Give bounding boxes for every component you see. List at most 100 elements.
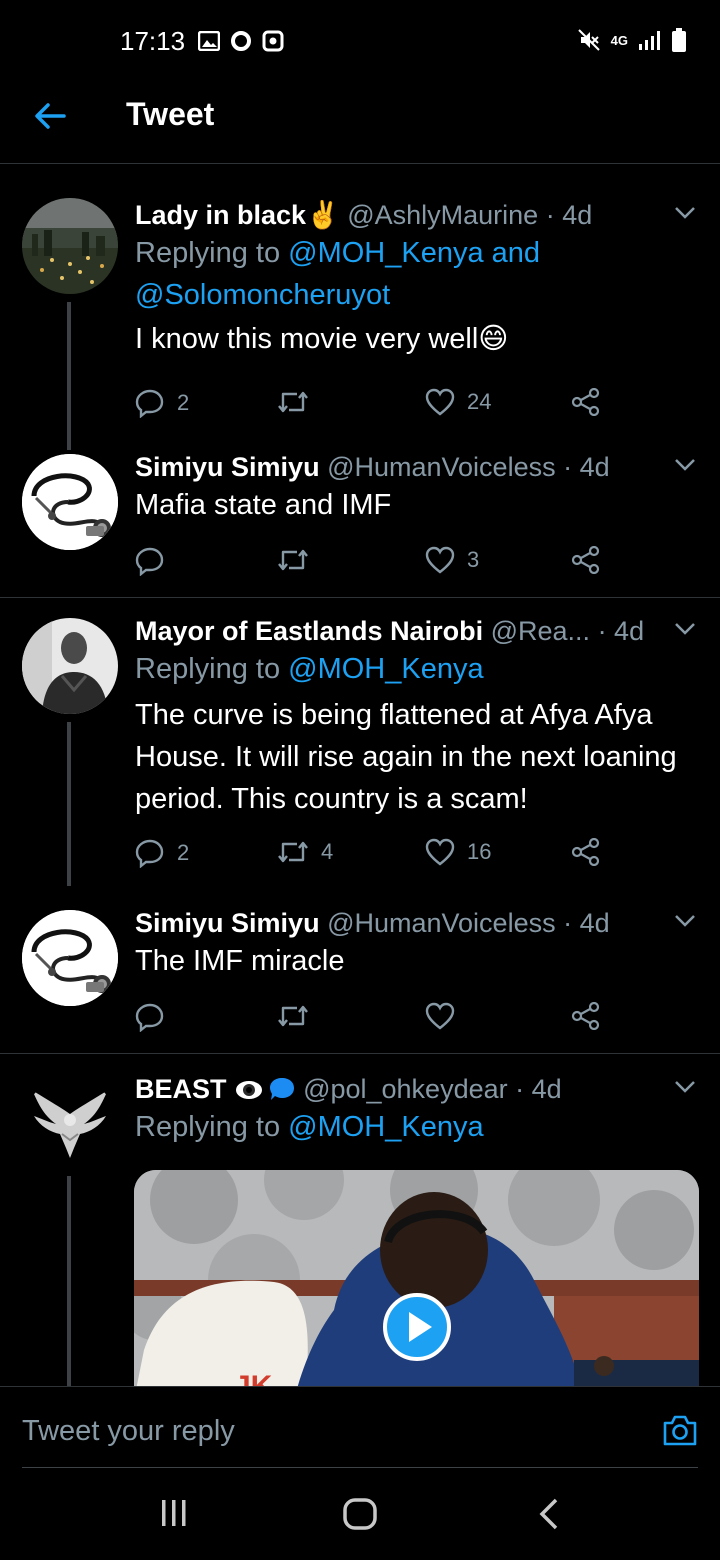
tweet-text: The IMF miracle	[135, 945, 345, 977]
like-count: 3	[467, 547, 480, 572]
camera-icon[interactable]	[662, 1413, 698, 1447]
status-left-icons	[198, 30, 284, 52]
retweet-icon	[278, 1005, 308, 1027]
replying-to: Replying to @MOH_Kenya	[135, 648, 700, 690]
chevron-down-icon[interactable]	[674, 458, 696, 472]
reply-count: 2	[177, 840, 190, 865]
like-button[interactable]: 16	[425, 838, 491, 866]
thread-line	[67, 1176, 71, 1386]
heart-icon	[425, 546, 455, 574]
like-button[interactable]	[425, 1002, 467, 1030]
tweet-text-line: period. This country is a scam!	[135, 783, 528, 815]
timestamp: · 4d	[515, 1074, 562, 1104]
mute-icon	[577, 29, 600, 51]
mention-link[interactable]: @MOH_Kenya	[288, 653, 483, 685]
timestamp: · 4d	[597, 616, 645, 646]
tweet-actions: 2 4 16	[135, 838, 615, 872]
tweet-text: The curve is being flattened at Afya Afy…	[135, 694, 700, 820]
share-icon	[571, 1002, 600, 1030]
replying-prefix: Replying to	[135, 237, 289, 269]
avatar[interactable]	[22, 618, 118, 714]
retweet-button[interactable]: 4	[277, 838, 333, 866]
mention-link[interactable]: @MOH_Kenya and	[288, 237, 540, 269]
thread-line	[67, 722, 71, 886]
retweet-button[interactable]	[277, 1002, 321, 1030]
share-button[interactable]	[571, 1002, 601, 1030]
reply-button[interactable]: 2	[135, 388, 189, 418]
retweet-count: 4	[321, 839, 334, 864]
handle[interactable]: @pol_ohkeydear	[303, 1074, 508, 1104]
avatar[interactable]	[22, 198, 118, 294]
display-name[interactable]: Mayor of Eastlands Nairobi	[135, 616, 483, 646]
status-time: 17:13	[120, 26, 186, 56]
chevron-down-icon[interactable]	[674, 1080, 696, 1094]
tweet-item[interactable]: Simiyu Simiyu @HumanVoiceless · 4d Mafia…	[0, 450, 720, 596]
mention-link[interactable]: @MOH_Kenya	[288, 1111, 483, 1143]
handle[interactable]: @AshlyMaurine	[347, 200, 538, 230]
tweet-item[interactable]: Simiyu Simiyu @HumanVoiceless · 4d The I…	[0, 906, 720, 1052]
reply-composer: Tweet your reply	[0, 1386, 720, 1468]
tweet-header: Simiyu Simiyu @HumanVoiceless · 4d	[135, 906, 700, 940]
mention-link[interactable]: @Solomoncheruyot	[135, 279, 390, 311]
network-label: 4G	[610, 32, 628, 48]
tweet-header: Simiyu Simiyu @HumanVoiceless · 4d	[135, 450, 700, 484]
divider	[0, 1053, 720, 1054]
handle[interactable]: @HumanVoiceless	[327, 452, 556, 482]
reply-button[interactable]	[135, 546, 177, 576]
tweet-text: I know this movie very well😄	[135, 323, 509, 355]
tweet-actions	[135, 1002, 615, 1036]
heart-icon	[425, 1002, 455, 1030]
reply-icon	[135, 839, 164, 868]
divider	[0, 597, 720, 598]
replying-prefix: Replying to	[135, 1111, 289, 1143]
handle[interactable]: @Rea...	[491, 616, 590, 646]
avatar[interactable]	[22, 1078, 118, 1174]
arrow-left-icon[interactable]	[30, 96, 70, 136]
system-nav-bar	[0, 1468, 720, 1560]
status-right-icons: 4G	[577, 28, 686, 52]
recents-icon[interactable]	[160, 1498, 188, 1528]
tweet-actions: 2 24	[135, 388, 615, 422]
page-title: Tweet	[126, 96, 215, 132]
avatar[interactable]	[22, 910, 118, 1006]
tweet-item[interactable]: BEAST @pol_ohkeydear · 4d Replying to @M…	[0, 1072, 720, 1386]
share-button[interactable]	[571, 546, 601, 574]
reply-icon	[135, 547, 164, 576]
chevron-down-icon[interactable]	[674, 914, 696, 928]
share-button[interactable]	[571, 838, 601, 866]
retweet-button[interactable]	[277, 546, 321, 574]
tweet-item[interactable]: Lady in black✌️ @AshlyMaurine · 4d Reply…	[0, 198, 720, 450]
display-name[interactable]: Simiyu Simiyu	[135, 908, 320, 938]
reply-button[interactable]: 2	[135, 838, 189, 868]
status-bar: 17:13 4G	[0, 0, 720, 80]
display-name[interactable]: Simiyu Simiyu	[135, 452, 320, 482]
reply-input[interactable]: Tweet your reply	[22, 1415, 235, 1448]
display-name[interactable]: BEAST	[135, 1074, 227, 1104]
timestamp: · 4d	[545, 200, 593, 230]
avatar[interactable]	[22, 454, 118, 550]
share-button[interactable]	[571, 388, 601, 416]
back-icon[interactable]	[538, 1498, 560, 1530]
video-thumbnail[interactable]: JK	[134, 1170, 699, 1386]
eye-icon	[236, 1081, 263, 1099]
tweet-item[interactable]: Mayor of Eastlands Nairobi @Rea... · 4d …	[0, 614, 720, 886]
like-button[interactable]: 24	[425, 388, 491, 416]
play-icon[interactable]	[382, 1292, 452, 1362]
tweet-header: Mayor of Eastlands Nairobi @Rea... · 4d	[135, 614, 700, 648]
reply-button[interactable]	[135, 1002, 177, 1032]
reply-icon	[135, 1003, 164, 1032]
heart-icon	[425, 388, 455, 416]
chevron-down-icon[interactable]	[674, 206, 696, 220]
tweet-text-line: The curve is being flattened at Afya Afy…	[135, 699, 653, 731]
retweet-button[interactable]	[277, 388, 321, 416]
retweet-icon	[278, 841, 308, 863]
replying-to: Replying to @MOH_Kenya	[135, 1106, 700, 1148]
chevron-down-icon[interactable]	[674, 622, 696, 636]
handle[interactable]: @HumanVoiceless	[327, 908, 556, 938]
like-count: 24	[467, 389, 492, 414]
square-o-icon	[262, 30, 284, 52]
display-name[interactable]: Lady in black✌️	[135, 200, 340, 230]
like-button[interactable]: 3	[425, 546, 479, 574]
circle-o-icon	[231, 31, 251, 51]
home-icon[interactable]	[343, 1498, 377, 1530]
